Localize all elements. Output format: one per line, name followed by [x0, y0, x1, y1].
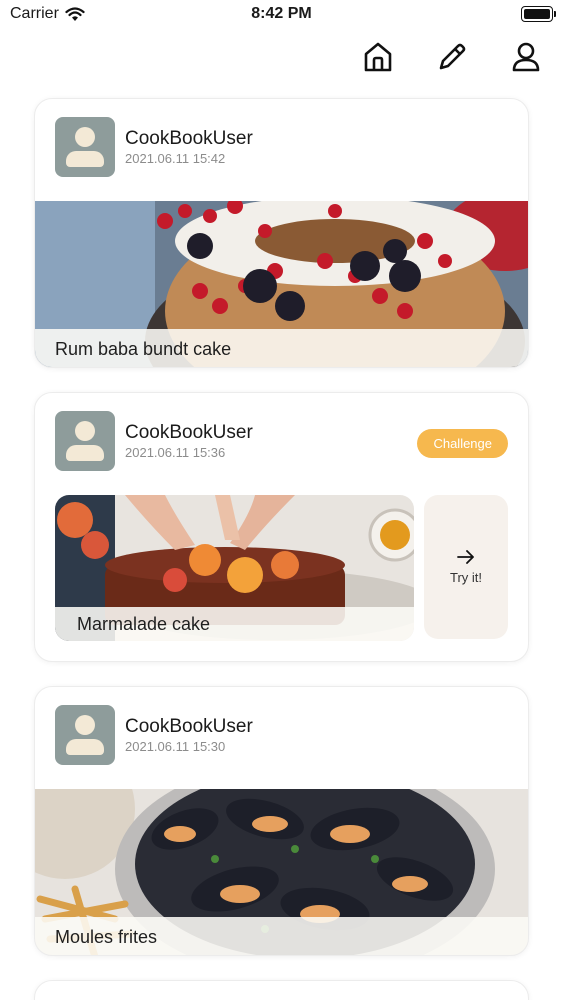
post-header: CookBookUser 2021.06.11 15:42 [55, 117, 253, 177]
profile-button[interactable] [507, 38, 545, 76]
user-name[interactable]: CookBookUser [125, 128, 253, 150]
post-header: CookBookUser 2021.06.11 15:36 [55, 411, 253, 471]
try-it-button[interactable]: Try it! [424, 495, 508, 639]
battery-icon [521, 6, 556, 22]
post-card[interactable]: CookBookUser 2021.06.11 15:42 Rum baba b… [34, 98, 529, 368]
post-card[interactable]: CookBookUser 2021.06.11 15:36 Challenge … [34, 392, 529, 662]
status-time: 8:42 PM [251, 5, 312, 22]
recipe-title-bar: Moules frites [35, 917, 528, 955]
home-button[interactable] [359, 38, 397, 76]
recipe-title: Marmalade cake [77, 613, 211, 634]
user-name[interactable]: CookBookUser [125, 422, 253, 444]
edit-button[interactable] [433, 38, 471, 76]
try-it-label: Try it! [449, 569, 482, 585]
recipe-title: Rum baba bundt cake [55, 338, 232, 359]
post-header: CookBookUser 2021.06.11 15:30 [55, 705, 253, 765]
recipe-photo[interactable]: Rum baba bundt cake [35, 201, 528, 367]
status-bar: Carrier 8:42 PM [0, 0, 563, 30]
pencil-icon [439, 43, 466, 70]
recipe-photo[interactable]: Marmalade cake [55, 495, 414, 641]
avatar[interactable] [55, 117, 115, 177]
post-timestamp: 2021.06.11 15:30 [125, 739, 226, 754]
avatar[interactable] [55, 411, 115, 471]
post-timestamp: 2021.06.11 15:36 [125, 445, 226, 460]
post-card[interactable]: CookBookUser 2021.06.11 15:30 Moules fri… [34, 686, 529, 956]
top-nav [359, 38, 545, 76]
avatar[interactable] [55, 705, 115, 765]
post-card[interactable] [34, 980, 529, 1000]
home-icon [364, 42, 392, 72]
recipe-title-bar: Marmalade cake [55, 607, 414, 641]
recipe-title: Moules frites [55, 926, 158, 947]
recipe-photo[interactable]: Moules frites [35, 789, 528, 955]
user-name[interactable]: CookBookUser [125, 716, 253, 738]
user-icon [512, 42, 540, 72]
arrow-right-icon [457, 549, 474, 564]
recipe-title-bar: Rum baba bundt cake [35, 329, 528, 367]
post-timestamp: 2021.06.11 15:42 [125, 151, 226, 166]
challenge-badge[interactable]: Challenge [417, 429, 508, 458]
